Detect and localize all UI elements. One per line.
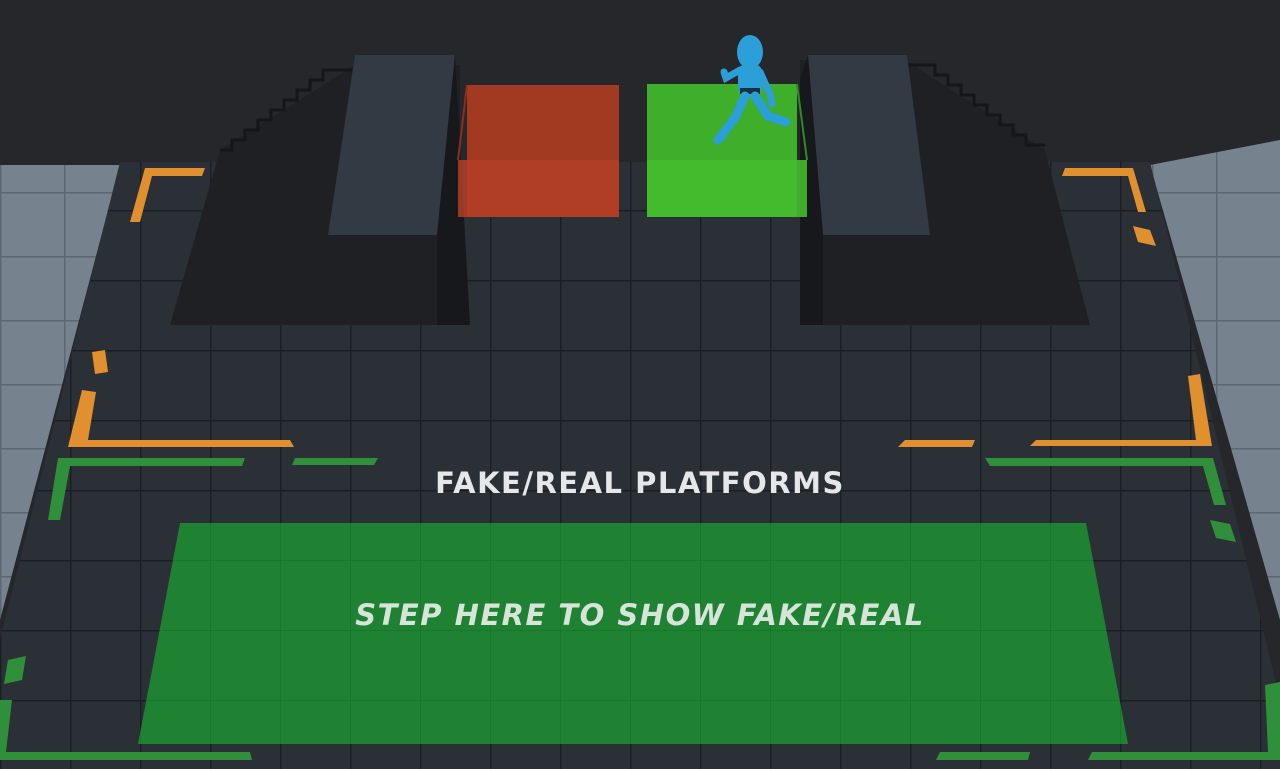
game-viewport: FAKE/REAL PLATFORMS STEP HERE TO SHOW FA… [0, 0, 1280, 769]
fake-platform[interactable] [457, 84, 619, 217]
section-title: FAKE/REAL PLATFORMS [435, 466, 845, 500]
step-pad-label: STEP HERE TO SHOW FAKE/REAL [355, 598, 925, 632]
scene-canvas [0, 0, 1280, 769]
step-pad[interactable] [138, 523, 1128, 744]
real-platform[interactable] [647, 83, 808, 217]
